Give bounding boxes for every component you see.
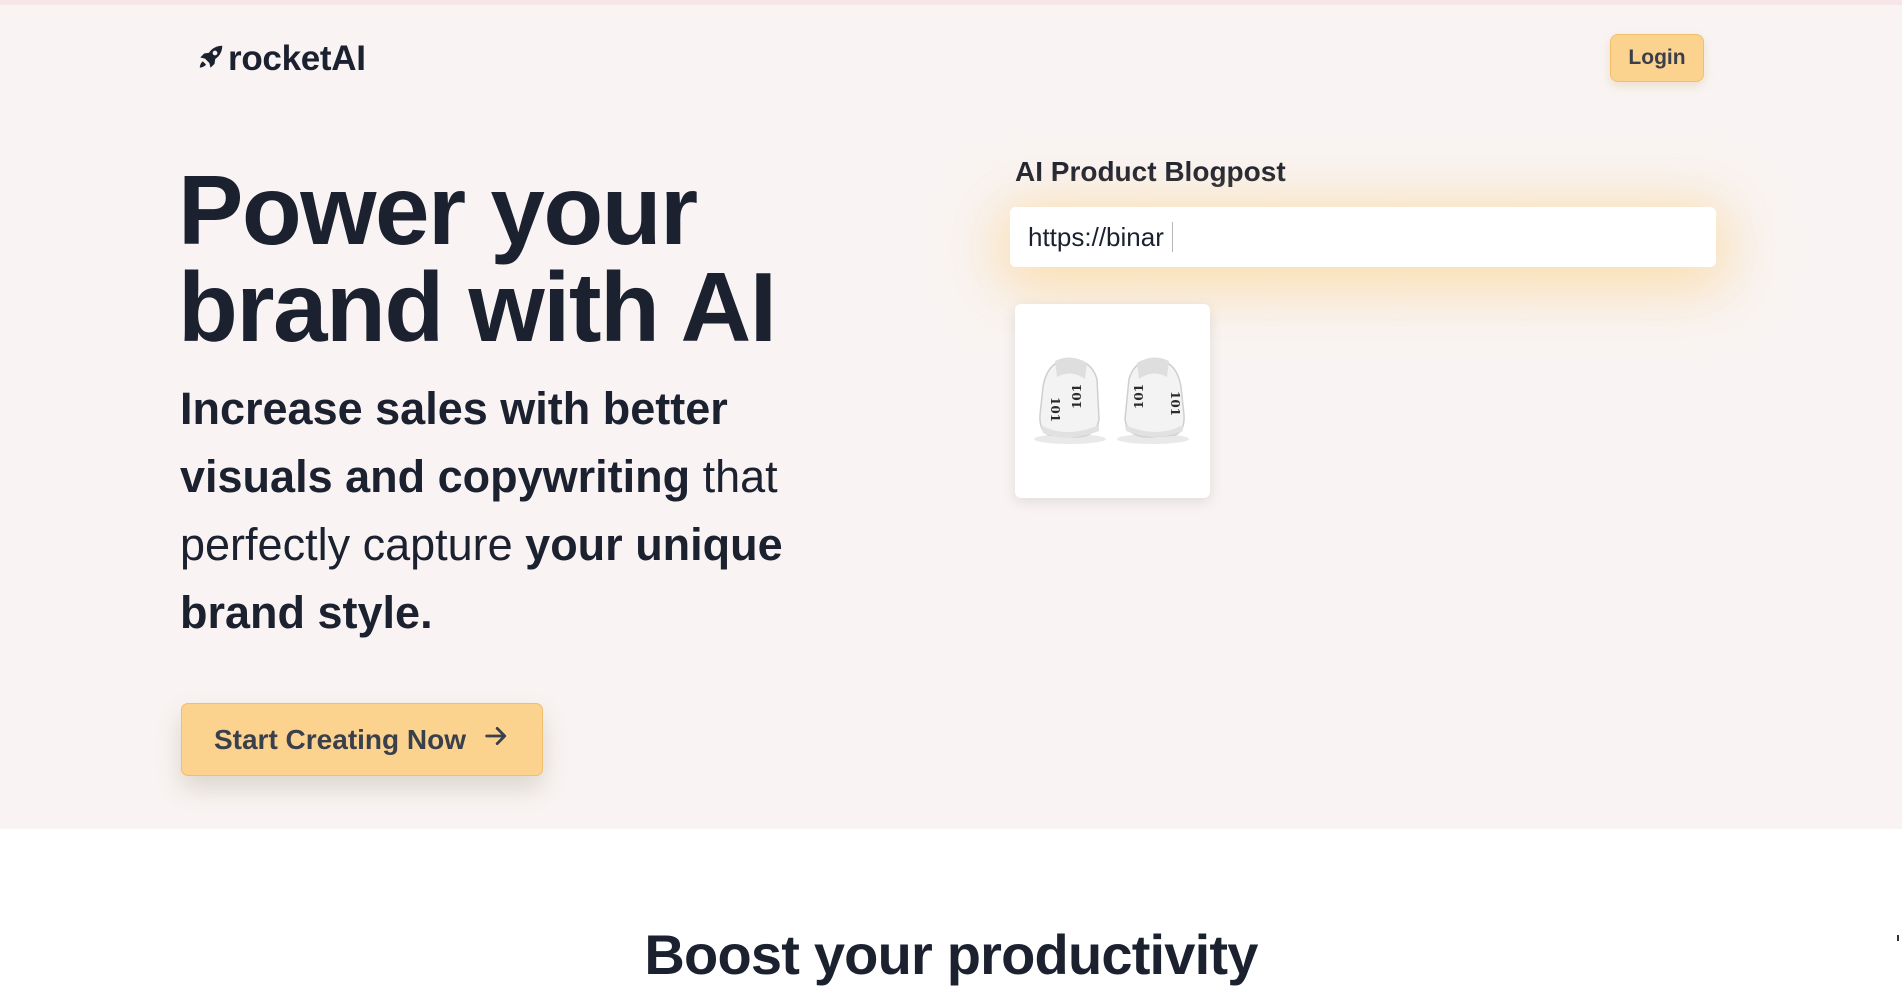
svg-text:101: 101 <box>1168 391 1182 416</box>
scrollbar-thumb[interactable] <box>1897 935 1899 941</box>
url-input-value: https://binar <box>1028 221 1164 252</box>
section-title: Boost your productivity <box>644 923 1258 986</box>
white-sneakers-image: 101 101 101 101 <box>1025 339 1200 464</box>
subheadline-emphasis-1: Increase sales with better visuals and c… <box>180 383 728 502</box>
start-creating-label: Start Creating Now <box>213 723 467 755</box>
text-caret <box>1171 222 1173 252</box>
svg-text:101: 101 <box>1048 397 1062 422</box>
demo-title: AI Product Blogpost <box>1015 156 1286 187</box>
url-input[interactable]: https://binar <box>1010 207 1716 267</box>
rocket-icon <box>196 42 226 77</box>
hero-headline: Power your brand with AI <box>178 155 777 362</box>
hero-subheadline: Increase sales with better visuals and c… <box>180 375 870 647</box>
brand-name: rocketAI <box>228 39 366 78</box>
product-image-card[interactable]: 101 101 101 101 <box>1015 304 1210 498</box>
svg-text:101: 101 <box>1132 383 1146 408</box>
login-button[interactable]: Login <box>1610 34 1704 82</box>
arrow-right-icon <box>482 722 510 757</box>
brand-logo[interactable]: rocketAI <box>196 37 366 81</box>
start-creating-button[interactable]: Start Creating Now <box>181 703 543 776</box>
svg-text:101: 101 <box>1070 383 1084 408</box>
